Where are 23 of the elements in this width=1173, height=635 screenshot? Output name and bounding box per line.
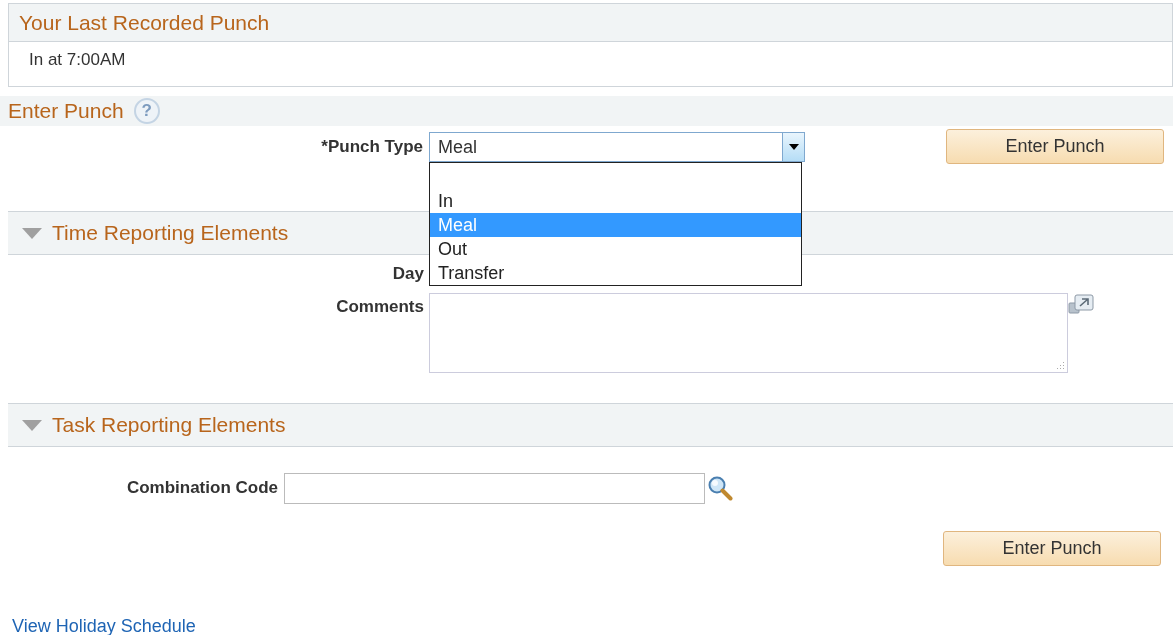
field-label: Comments [335, 296, 424, 317]
dropdown-option[interactable]: In [430, 189, 801, 213]
search-icon[interactable] [707, 475, 734, 501]
section-title: Time Reporting Elements [52, 221, 289, 245]
collapse-icon[interactable] [22, 227, 42, 239]
expand-icon[interactable] [1068, 294, 1096, 316]
field-label: Day [391, 264, 424, 284]
field-label: Combination Code [125, 478, 278, 498]
collapse-icon[interactable] [22, 419, 42, 431]
last-punch-value: In at 7:00AM [28, 49, 127, 70]
caret-icon[interactable] [782, 133, 804, 161]
enter-punch-button[interactable]: Enter Punch [943, 531, 1161, 566]
punch-type-dropdown[interactable]: Meal [429, 132, 805, 162]
field-label: *Punch Type [320, 136, 424, 157]
holiday-schedule-link[interactable]: View Holiday Schedule [12, 616, 196, 635]
combination-code-field[interactable] [284, 472, 705, 504]
comments-field[interactable] [429, 293, 1068, 373]
dropdown-option[interactable]: Transfer [430, 261, 801, 285]
section-title: Task Reporting Elements [52, 413, 286, 437]
panel-title: Your Last Recorded Punch [19, 10, 270, 35]
section-title: Enter Punch [8, 99, 124, 123]
dropdown-option[interactable]: Out [430, 237, 801, 261]
enter-punch-button[interactable]: Enter Punch [946, 129, 1164, 164]
